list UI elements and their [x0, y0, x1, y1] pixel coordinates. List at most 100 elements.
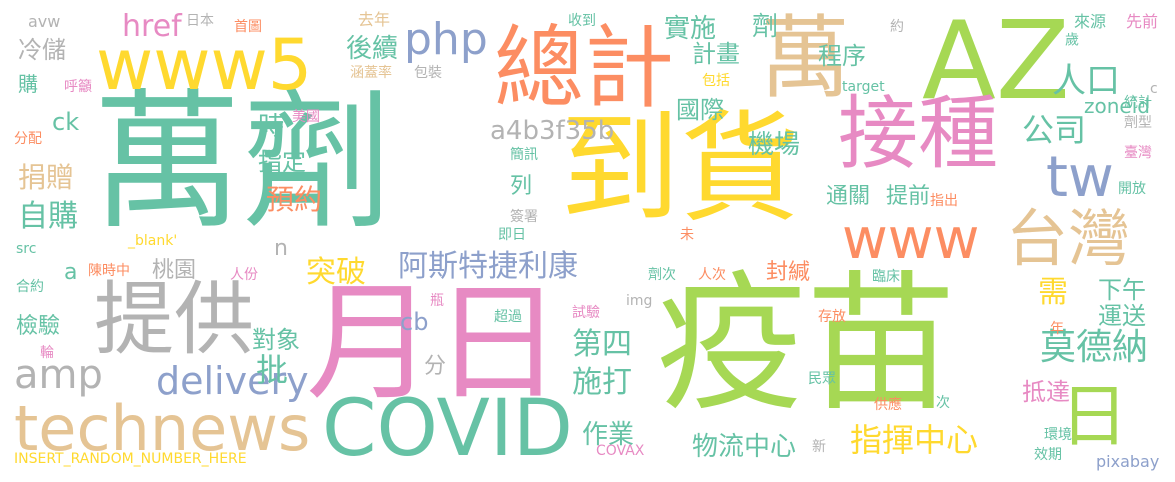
word-91: 即日 — [498, 227, 526, 243]
word-97: 劑次 — [648, 267, 676, 283]
word-105: 年 — [1050, 321, 1064, 337]
word-44: 對象 — [252, 326, 300, 354]
word-77: 統計 — [1124, 95, 1152, 111]
word-96: 合約 — [16, 279, 44, 295]
word-36: 抵達 — [1022, 378, 1070, 406]
word-104: 存放 — [818, 309, 846, 325]
word-12: 台灣 — [1006, 202, 1131, 275]
word-87: 美國 — [292, 109, 320, 125]
word-25: 突破 — [306, 255, 366, 290]
word-20: 人口 — [1052, 61, 1120, 101]
word-10: COVID — [322, 384, 573, 474]
word-23: 指揮中心 — [850, 421, 979, 459]
word-90: 簽署 — [510, 209, 538, 225]
word-35: 運送 — [1098, 302, 1146, 330]
word-43: 封緘 — [766, 260, 811, 285]
word-81: 開放 — [1118, 181, 1146, 197]
word-16: amp — [14, 352, 103, 398]
word-9: 提供 — [94, 273, 254, 366]
word-32: 預約 — [266, 183, 323, 216]
word-84: 涵蓋率 — [350, 65, 392, 81]
word-112: 新 — [812, 439, 826, 455]
word-0: 萬劑 — [92, 76, 393, 250]
word-55: 購 — [18, 72, 38, 96]
word-107: 民眾 — [808, 371, 836, 387]
word-40: 機場 — [748, 130, 801, 160]
word-45: 批 — [256, 351, 289, 389]
word-41: 通關 — [826, 184, 871, 209]
word-27: 施打 — [572, 365, 632, 400]
word-83: 呼籲 — [64, 79, 92, 95]
word-101: 臨床 — [872, 269, 900, 285]
word-1: 疫苗 — [656, 258, 957, 432]
word-99: 瓶 — [430, 293, 444, 309]
word-33: 需 — [1038, 275, 1068, 310]
word-106: 輪 — [40, 345, 54, 361]
word-39: 國際 — [676, 96, 724, 124]
word-34: 下午 — [1098, 276, 1146, 304]
word-103: 試驗 — [572, 305, 600, 321]
word-65: COVAX — [596, 443, 645, 459]
word-88: 分配 — [14, 131, 42, 147]
word-69: 首圖 — [234, 19, 262, 35]
word-56: ck — [52, 108, 80, 136]
word-86: 包括 — [702, 73, 730, 89]
word-48: 指定 — [258, 148, 306, 176]
word-98: 人次 — [698, 267, 726, 283]
word-47: 桃園 — [152, 258, 197, 283]
word-92: 未 — [680, 227, 694, 243]
word-89: 簡訊 — [510, 147, 538, 163]
word-50: 程序 — [818, 42, 866, 70]
word-80: 臺灣 — [1124, 145, 1152, 161]
word-93: src — [16, 241, 37, 257]
word-21: 公司 — [1022, 111, 1087, 149]
word-60: cb — [400, 308, 429, 336]
word-94: 陳時中 — [88, 263, 130, 279]
word-58: n — [274, 236, 288, 261]
word-78: 劑型 — [1124, 115, 1152, 131]
word-30: 自購 — [18, 199, 78, 234]
word-74: 約 — [890, 19, 904, 35]
word-63: INSERT_RANDOM_NUMBER_HERE — [14, 451, 247, 467]
word-72: 先前 — [1126, 12, 1159, 31]
word-76: c — [1150, 81, 1158, 97]
word-111: 效期 — [1034, 447, 1062, 463]
word-24: a4b3f35b — [490, 116, 615, 146]
word-66: _blank' — [128, 233, 178, 249]
word-31: 捐贈 — [18, 161, 75, 194]
word-53: href — [122, 9, 182, 44]
word-108: 供應 — [874, 397, 902, 413]
word-cloud: 萬劑 疫苗 到貨 月日 AZ 總計萬 www5 接種 提供 COVID technews 台灣 www t… — [0, 0, 1175, 482]
word-42: 提前 — [886, 184, 931, 209]
word-109: 次 — [936, 395, 950, 411]
word-5: 總計 — [494, 16, 674, 121]
word-67: avw — [28, 12, 61, 31]
word-54: 冷儲 — [18, 36, 66, 64]
word-13: www — [842, 207, 980, 272]
word-46: 檢驗 — [16, 314, 61, 339]
word-73: 來源 — [1074, 12, 1107, 31]
word-18: php — [404, 14, 488, 65]
word-64: pixabay — [1096, 452, 1160, 471]
word-29: 實施 — [664, 14, 717, 44]
word-57: 列 — [510, 174, 533, 199]
word-59: a — [64, 260, 78, 285]
word-102: 超過 — [494, 309, 522, 325]
word-79: target — [842, 79, 885, 95]
word-49: 時 — [258, 112, 285, 142]
word-110: 環境 — [1044, 427, 1072, 443]
word-100: img — [626, 293, 653, 309]
word-51: 計畫 — [692, 40, 740, 68]
word-95: 人份 — [230, 267, 258, 283]
word-14: tw — [1046, 145, 1114, 210]
word-19: 阿斯特捷利康 — [398, 249, 578, 284]
word-61: 分 — [424, 354, 447, 379]
word-26: 第四 — [572, 327, 632, 362]
word-85: 包裝 — [414, 65, 442, 81]
word-28: 後續 — [346, 34, 399, 64]
word-8: 接種 — [838, 87, 998, 180]
word-82: 指出 — [930, 193, 958, 209]
word-68: 日本 — [186, 13, 214, 29]
word-52: 劑 — [752, 12, 779, 42]
word-75: 歲 — [1063, 32, 1079, 46]
